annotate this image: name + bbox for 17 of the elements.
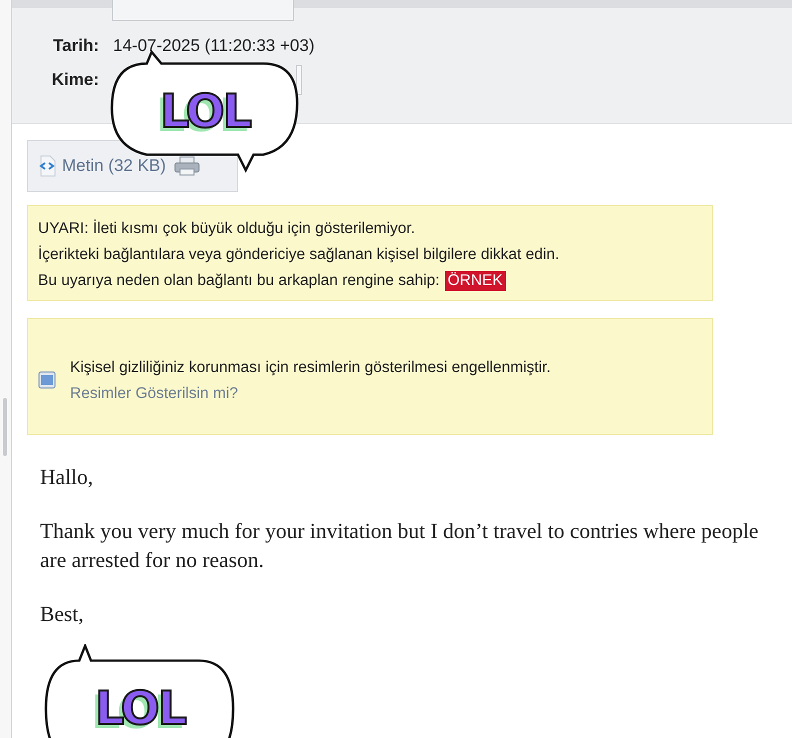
- notice-text: Kişisel gizliliğiniz korunması için resimlerin gösterilmesi engellenmiştir.: [70, 359, 551, 377]
- warning-text: Bu uyarıya neden olan bağlantı bu arkaplan rengine sahip:: [38, 272, 440, 290]
- show-images-link[interactable]: Resimler Gösterilsin mi?: [70, 385, 238, 403]
- email-paragraph: Thank you very much for your invitation but I don’t travel to contries where people are arrested for no reason.: [40, 518, 760, 574]
- sample-tag: ÖRNEK: [444, 271, 506, 291]
- email-paragraph: Hallo,: [40, 464, 94, 491]
- field-label: Kime:: [50, 70, 99, 90]
- field-label: Tarih:: [52, 36, 99, 56]
- email-paragraph: Best,: [40, 601, 85, 628]
- recipient-field[interactable]: [296, 65, 302, 95]
- warning-text: UYARI: İleti kısmı çok büyük olduğu için gösterilemiyor.: [38, 220, 416, 238]
- image-icon: [38, 371, 56, 389]
- file-icon: [38, 155, 56, 177]
- scrollbar[interactable]: [3, 398, 7, 456]
- printer-icon[interactable]: [174, 156, 200, 176]
- field-value: 14-07-2025 (11:20:33 +03): [113, 36, 314, 56]
- warning-text: İçerikteki bağlantılara veya göndericiye sağlanan kişisel bilgilere dikkat edin.: [38, 246, 560, 264]
